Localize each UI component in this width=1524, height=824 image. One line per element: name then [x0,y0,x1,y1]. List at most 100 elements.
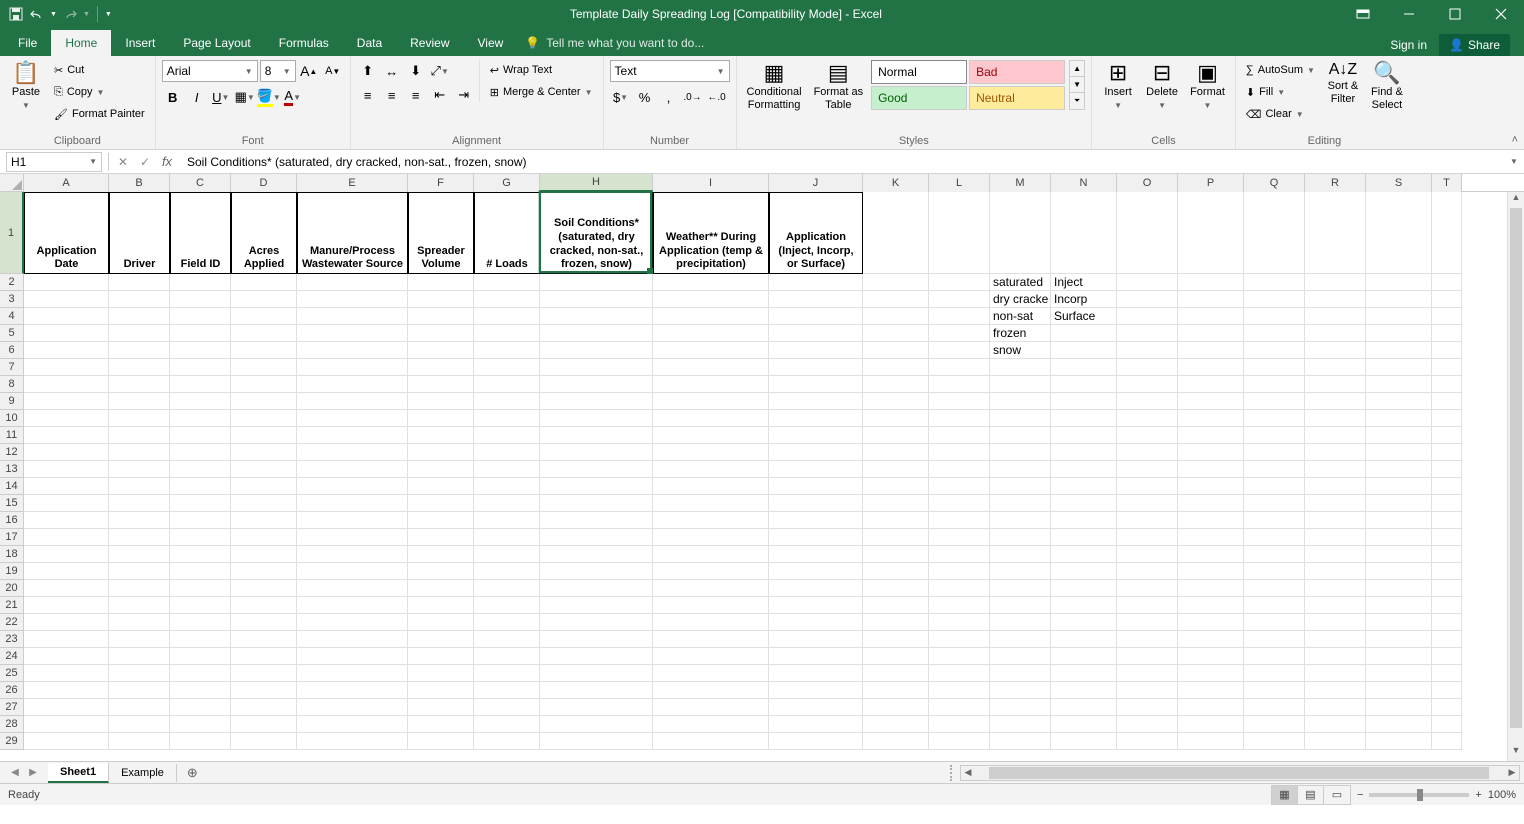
col-header-E[interactable]: E [297,174,408,192]
vscroll-thumb[interactable] [1510,208,1522,728]
cell-M3[interactable]: dry cracke [990,291,1051,308]
minimize-icon[interactable] [1386,0,1432,28]
tab-data[interactable]: Data [343,30,396,56]
header-cell-J1[interactable]: Application (Inject, Incorp, or Surface) [769,192,863,274]
format-cells-button[interactable]: ▣Format▼ [1186,60,1229,112]
add-sheet-icon[interactable]: ⊕ [177,762,208,784]
row-header-2[interactable]: 2 [0,274,24,291]
zoom-slider[interactable] [1369,793,1469,797]
col-header-F[interactable]: F [408,174,474,192]
border-more-icon[interactable]: ▼ [247,93,255,102]
autosum-button[interactable]: ∑AutoSum▼ [1242,60,1319,80]
copy-button[interactable]: ⎘Copy▼ [50,82,149,102]
fill-button[interactable]: ⬇Fill▼ [1242,82,1319,102]
ribbon-display-icon[interactable] [1340,0,1386,28]
header-cell-D1[interactable]: Acres Applied [231,192,297,274]
sheet-nav-next-icon[interactable]: ▶ [26,767,40,778]
sheet-tab-sheet1[interactable]: Sheet1 [48,763,109,783]
tab-file[interactable]: File [4,30,51,56]
redo-more-icon[interactable]: ▼ [83,11,90,18]
row-header-24[interactable]: 24 [0,648,24,665]
qat-customize-icon[interactable]: ▼ [105,11,112,18]
paste-button[interactable]: 📋 Paste ▼ [6,60,46,112]
row-header-1[interactable]: 1 [0,192,24,274]
font-size-select[interactable]: 8▼ [260,60,296,82]
col-header-Q[interactable]: Q [1244,174,1305,192]
col-header-B[interactable]: B [109,174,170,192]
row-header-13[interactable]: 13 [0,461,24,478]
increase-indent-icon[interactable]: ⇥ [453,84,475,106]
merge-more-icon[interactable]: ▼ [585,88,593,97]
enter-formula-icon[interactable]: ✓ [135,152,155,172]
view-page-break-icon[interactable]: ▭ [1324,786,1350,804]
horizontal-scrollbar[interactable]: ◀ ▶ [960,765,1520,781]
delete-cells-button[interactable]: ⊟Delete▼ [1142,60,1182,112]
fill-color-button[interactable]: 🪣▼ [258,86,280,108]
row-header-6[interactable]: 6 [0,342,24,359]
row-header-9[interactable]: 9 [0,393,24,410]
row-header-11[interactable]: 11 [0,427,24,444]
sign-in-link[interactable]: Sign in [1390,38,1427,52]
maximize-icon[interactable] [1432,0,1478,28]
wrap-text-button[interactable]: ↩Wrap Text [486,60,597,80]
col-header-G[interactable]: G [474,174,540,192]
tab-page-layout[interactable]: Page Layout [169,30,264,56]
col-header-A[interactable]: A [24,174,109,192]
find-select-button[interactable]: 🔍Find & Select [1367,60,1407,114]
format-as-table-button[interactable]: ▤Format as Table [810,60,868,114]
formula-input[interactable]: Soil Conditions* (saturated, dry cracked… [181,155,1504,169]
fx-icon[interactable]: fx [157,152,177,172]
underline-button[interactable]: U▼ [210,86,232,108]
row-header-8[interactable]: 8 [0,376,24,393]
comma-format-icon[interactable]: , [658,86,680,108]
clear-button[interactable]: ⌫Clear▼ [1242,104,1319,124]
cells-area[interactable]: Application DateDriverField IDAcres Appl… [24,192,1507,761]
undo-icon[interactable] [29,6,45,22]
col-header-M[interactable]: M [990,174,1051,192]
paste-more-icon[interactable]: ▼ [22,101,30,110]
copy-more-icon[interactable]: ▼ [97,88,105,97]
tell-me-search[interactable]: 💡 Tell me what you want to do... [517,30,1390,56]
share-button[interactable]: 👤 Share [1439,34,1510,56]
col-header-H[interactable]: H [540,174,653,192]
collapse-ribbon-icon[interactable]: ˄ [1512,134,1518,146]
tab-scroll-splitter[interactable] [950,765,956,781]
font-name-select[interactable]: Arial▼ [162,60,258,82]
row-header-18[interactable]: 18 [0,546,24,563]
row-header-29[interactable]: 29 [0,733,24,750]
row-header-17[interactable]: 17 [0,529,24,546]
style-scroll-up-icon[interactable]: ▲ [1070,61,1084,77]
format-painter-button[interactable]: 🖌Format Painter [50,104,149,124]
row-header-14[interactable]: 14 [0,478,24,495]
number-format-select[interactable]: Text▼ [610,60,730,82]
percent-format-icon[interactable]: % [634,86,656,108]
select-all-corner[interactable] [0,174,24,192]
row-header-21[interactable]: 21 [0,597,24,614]
cut-button[interactable]: ✂Cut [50,60,149,80]
increase-decimal-icon[interactable]: .0→ [682,86,704,108]
col-header-D[interactable]: D [231,174,297,192]
row-header-28[interactable]: 28 [0,716,24,733]
col-header-S[interactable]: S [1366,174,1432,192]
cancel-formula-icon[interactable]: ✕ [113,152,133,172]
align-left-icon[interactable]: ≡ [357,84,379,106]
col-header-L[interactable]: L [929,174,990,192]
style-bad[interactable]: Bad [969,60,1065,84]
header-cell-I1[interactable]: Weather** During Application (temp & pre… [653,192,769,274]
fill-handle[interactable] [647,268,653,274]
style-neutral[interactable]: Neutral [969,86,1065,110]
col-header-N[interactable]: N [1051,174,1117,192]
italic-button[interactable]: I [186,86,208,108]
sheet-tab-example[interactable]: Example [109,764,177,782]
zoom-slider-thumb[interactable] [1417,789,1423,801]
zoom-level[interactable]: 100% [1488,789,1516,801]
redo-icon[interactable] [62,6,78,22]
col-header-C[interactable]: C [170,174,231,192]
header-cell-C1[interactable]: Field ID [170,192,231,274]
row-header-20[interactable]: 20 [0,580,24,597]
row-header-22[interactable]: 22 [0,614,24,631]
header-cell-G1[interactable]: # Loads [474,192,540,274]
cell-N3[interactable]: Incorp [1051,291,1117,308]
tab-home[interactable]: Home [51,30,111,56]
row-header-16[interactable]: 16 [0,512,24,529]
